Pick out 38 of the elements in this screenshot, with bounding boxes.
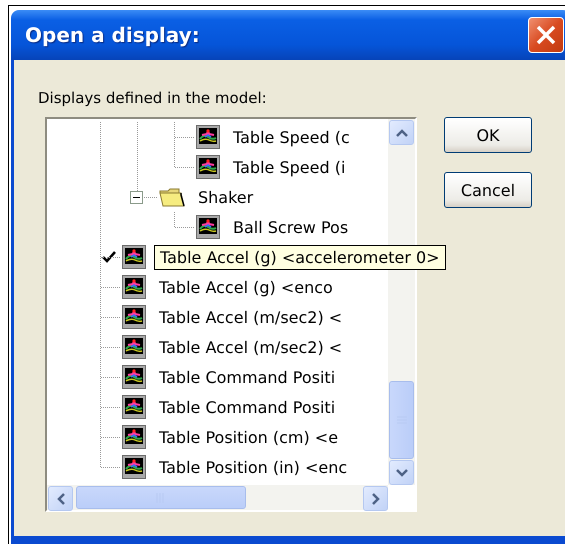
- scroll-up-button[interactable]: [389, 120, 414, 145]
- tree-item[interactable]: Table Accel (m/sec2) <: [159, 308, 342, 326]
- window-title: Open a display:: [25, 23, 200, 47]
- tree-item[interactable]: Table Command Positi: [159, 398, 336, 416]
- scroll-down-button[interactable]: [389, 460, 414, 485]
- tree-item[interactable]: Table Position (cm) <e: [159, 428, 338, 446]
- dialog-button[interactable]: OK: [444, 117, 532, 153]
- monitor-icon: [196, 215, 220, 239]
- monitor-icon: [122, 455, 146, 479]
- close-button[interactable]: [528, 17, 564, 53]
- monitor-icon: [196, 125, 220, 149]
- tree-item[interactable]: Table Speed (i: [233, 158, 346, 176]
- monitor-icon: [196, 155, 220, 179]
- collapse-toggle[interactable]: [130, 190, 143, 204]
- monitor-icon: [122, 305, 146, 329]
- monitor-icon: [122, 425, 146, 449]
- tree-item[interactable]: Table Accel (g) <enco: [159, 278, 333, 296]
- close-icon: [535, 24, 557, 46]
- tree-item[interactable]: Table Accel (m/sec2) <: [159, 338, 342, 356]
- monitor-icon: [122, 275, 146, 299]
- horizontal-scrollbar[interactable]: [47, 485, 388, 510]
- scroll-right-button[interactable]: [363, 486, 388, 511]
- tree-item[interactable]: Ball Screw Pos: [233, 218, 348, 236]
- monitor-icon: [122, 245, 146, 269]
- tree-item[interactable]: Table Speed (c: [233, 128, 350, 146]
- folder-icon: [159, 186, 185, 208]
- scroll-left-button[interactable]: [48, 486, 73, 511]
- tree-label: Displays defined in the model:: [38, 88, 268, 108]
- dialog-button[interactable]: Cancel: [444, 172, 532, 208]
- tree-item[interactable]: Table Position (in) <enc: [159, 458, 348, 476]
- monitor-icon: [122, 395, 146, 419]
- tooltip: Table Accel (g) <accelerometer 0>: [154, 244, 446, 270]
- monitor-icon: [122, 335, 146, 359]
- scrollbar-thumb[interactable]: [76, 486, 246, 509]
- scrollbar-thumb[interactable]: [389, 381, 414, 459]
- tree-item[interactable]: Shaker: [198, 188, 254, 206]
- tree-item[interactable]: Table Command Positi: [159, 368, 336, 386]
- monitor-icon: [122, 365, 146, 389]
